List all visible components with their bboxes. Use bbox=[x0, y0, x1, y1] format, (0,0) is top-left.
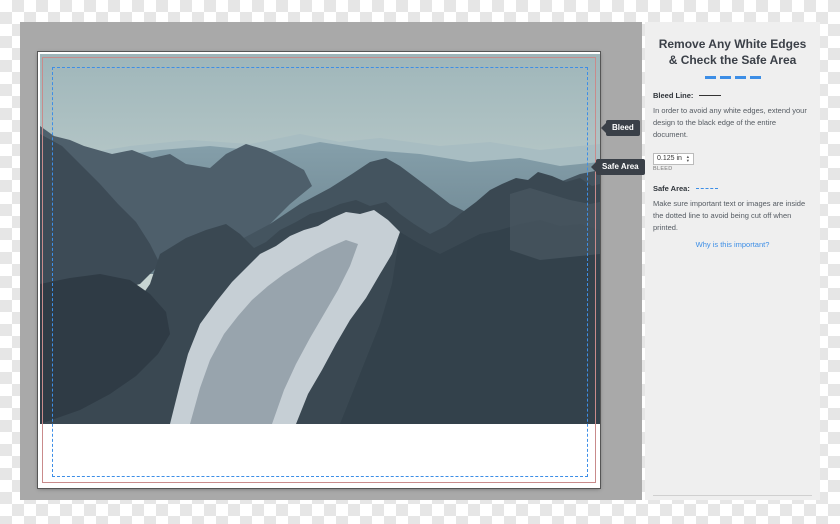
bleed-input-value: 0.125 in bbox=[657, 155, 682, 162]
panel-title: Remove Any White Edges & Check the Safe … bbox=[658, 37, 807, 67]
bleed-section-heading: Bleed Line: bbox=[653, 91, 812, 100]
info-panel: Remove Any White Edges & Check the Safe … bbox=[645, 22, 820, 500]
why-important-link[interactable]: Why is this important? bbox=[653, 240, 812, 249]
bleed-heading-label: Bleed Line: bbox=[653, 91, 694, 100]
safe-description: Make sure important text or images are i… bbox=[653, 199, 806, 232]
bleed-line-swatch bbox=[699, 95, 722, 96]
safe-area-swatch bbox=[695, 188, 718, 189]
bleed-input[interactable]: 0.125 in ▲ ▼ bbox=[653, 152, 694, 165]
safe-heading-label: Safe Area: bbox=[653, 184, 690, 193]
bleed-tag: Bleed bbox=[601, 120, 640, 136]
safe-area-tag: Safe Area bbox=[591, 159, 645, 175]
bleed-stepper[interactable]: ▲ ▼ bbox=[686, 154, 690, 163]
mountain-photo[interactable] bbox=[40, 54, 600, 424]
title-dash-divider bbox=[653, 76, 812, 79]
stepper-down-icon[interactable]: ▼ bbox=[686, 158, 690, 163]
bleed-input-caption: BLEED bbox=[653, 166, 673, 172]
safe-section-heading: Safe Area: bbox=[653, 184, 812, 193]
bleed-description: In order to avoid any white edges, exten… bbox=[653, 106, 807, 139]
panel-footer-divider bbox=[653, 495, 812, 496]
